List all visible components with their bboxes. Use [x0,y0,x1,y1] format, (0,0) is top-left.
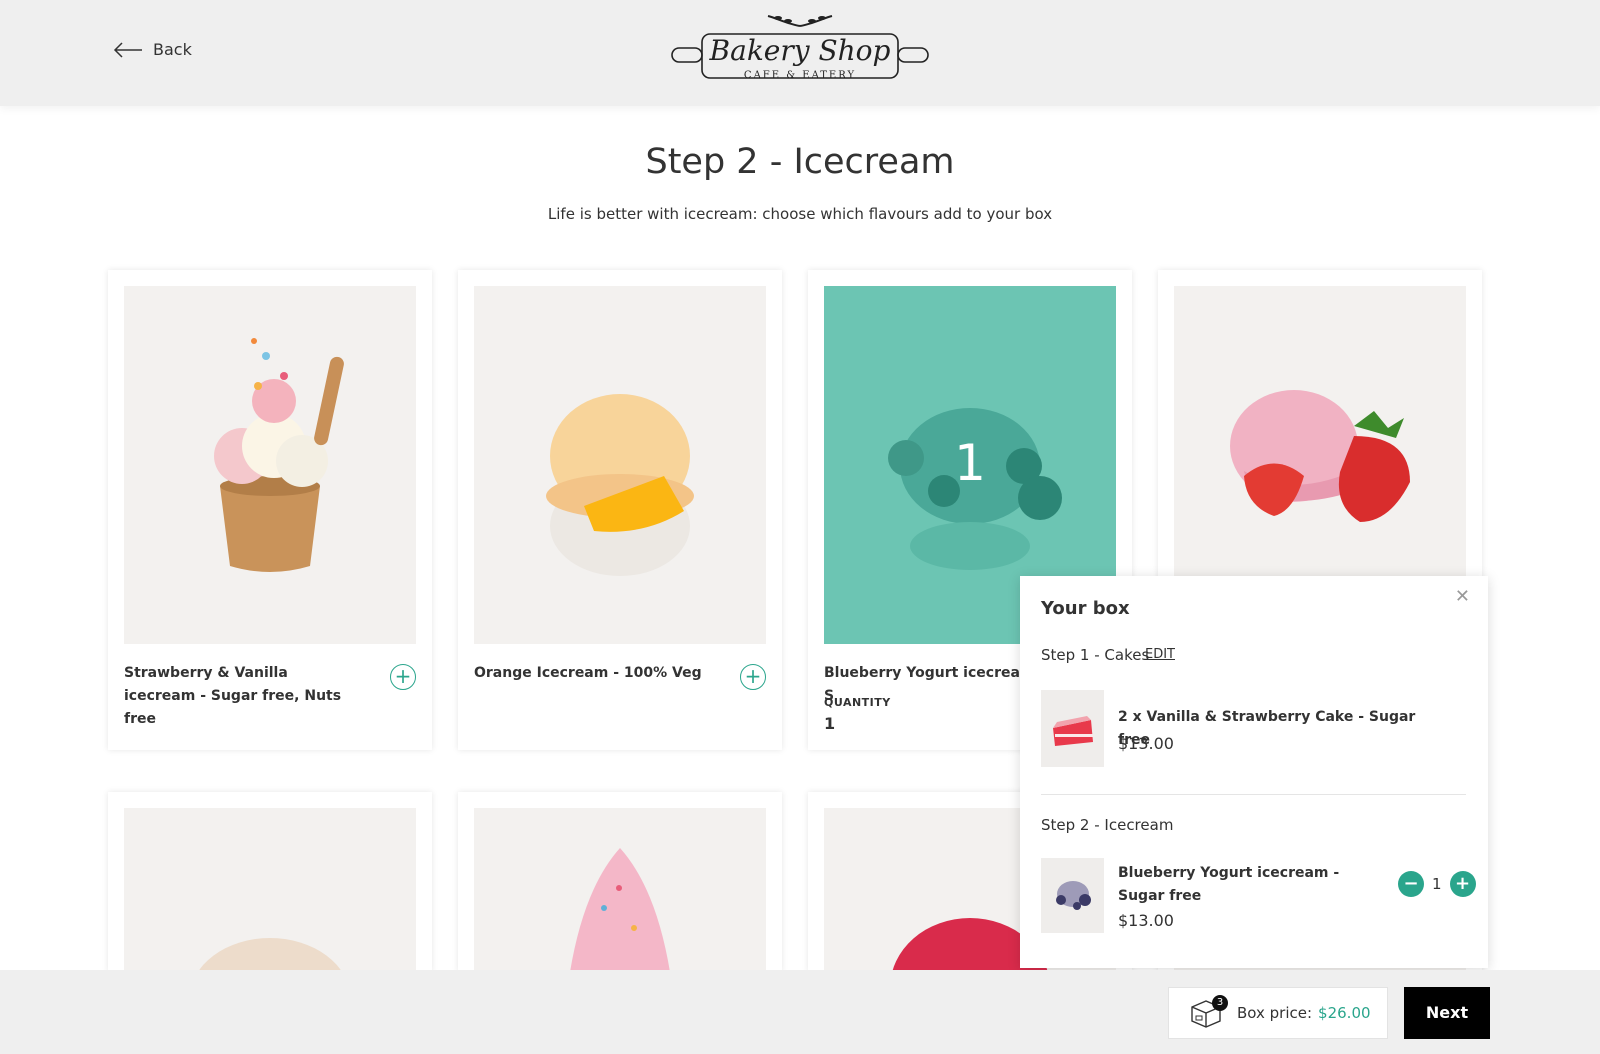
add-button[interactable]: + [740,664,766,690]
product-name: Orange Icecream - 100% Veg [474,665,702,681]
box-count-badge: 3 [1212,995,1228,1011]
arrow-left-icon [113,41,142,58]
selected-quantity-overlay: 1 [954,434,986,492]
quantity-value: 1 [824,714,836,733]
cake-thumbnail [1041,690,1104,767]
step2-label: Step 2 - Icecream [1041,816,1174,834]
product-card[interactable]: Strawberry & Vanilla icecream - Sugar fr… [108,270,432,750]
page-subtitle: Life is better with icecream: choose whi… [547,205,1053,223]
back-button[interactable]: Back [113,40,192,59]
cake-slice-image [1053,716,1093,746]
edit-link[interactable]: EDIT [1145,647,1175,662]
product-image [474,808,766,972]
page-title: Step 2 - Icecream [645,142,955,182]
add-button[interactable]: + [390,664,416,690]
soft-serve-image [570,848,670,972]
box-item-name: Blueberry Yogurt icecream - Sugar free [1118,865,1340,904]
blueberry-icecream-thumb [1056,881,1091,910]
product-image [124,286,416,644]
logo-subtitle: CAFE & EATERY [743,70,857,81]
quantity-stepper: − 1 + [1398,871,1476,897]
close-icon[interactable]: ✕ [1455,586,1470,607]
box-price-label: Box price: [1237,1004,1313,1022]
decrement-button[interactable]: − [1398,871,1424,897]
step1-label: Step 1 - Cakes [1041,646,1150,664]
quantity-label: QUANTITY [824,696,891,709]
header: Back Bakery Shop CAFE & EATERY [0,0,1600,106]
bottom-bar: 3 Box price: $26.00 Next [0,970,1600,1054]
logo-title: Bakery Shop [709,34,891,67]
next-button[interactable]: Next [1404,987,1490,1039]
icecream-thumbnail [1041,858,1104,933]
box-price-summary[interactable]: 3 Box price: $26.00 [1168,987,1388,1039]
divider [1041,794,1466,795]
orange-icecream-image [546,394,694,576]
product-image [474,286,766,644]
vanilla-icecream-image [197,938,343,972]
product-card[interactable] [108,792,432,972]
logo: Bakery Shop CAFE & EATERY [668,12,932,86]
product-card[interactable] [458,792,782,972]
box-item-price: $13.00 [1118,911,1174,930]
product-image [124,808,416,972]
increment-button[interactable]: + [1449,871,1476,897]
box-title: Your box [1041,598,1130,619]
box-price-value: $26.00 [1318,1004,1371,1022]
back-label: Back [153,40,192,59]
stepper-value: 1 [1432,875,1442,893]
icecream-cup-image [214,338,344,572]
product-card[interactable]: Orange Icecream - 100% Veg + [458,270,782,750]
product-name: Strawberry & Vanilla icecream - Sugar fr… [124,665,342,727]
your-box-panel: ✕ Your box Step 1 - Cakes EDIT 2 x Vanil… [1020,576,1488,968]
box-item-price: $13.00 [1118,734,1174,753]
